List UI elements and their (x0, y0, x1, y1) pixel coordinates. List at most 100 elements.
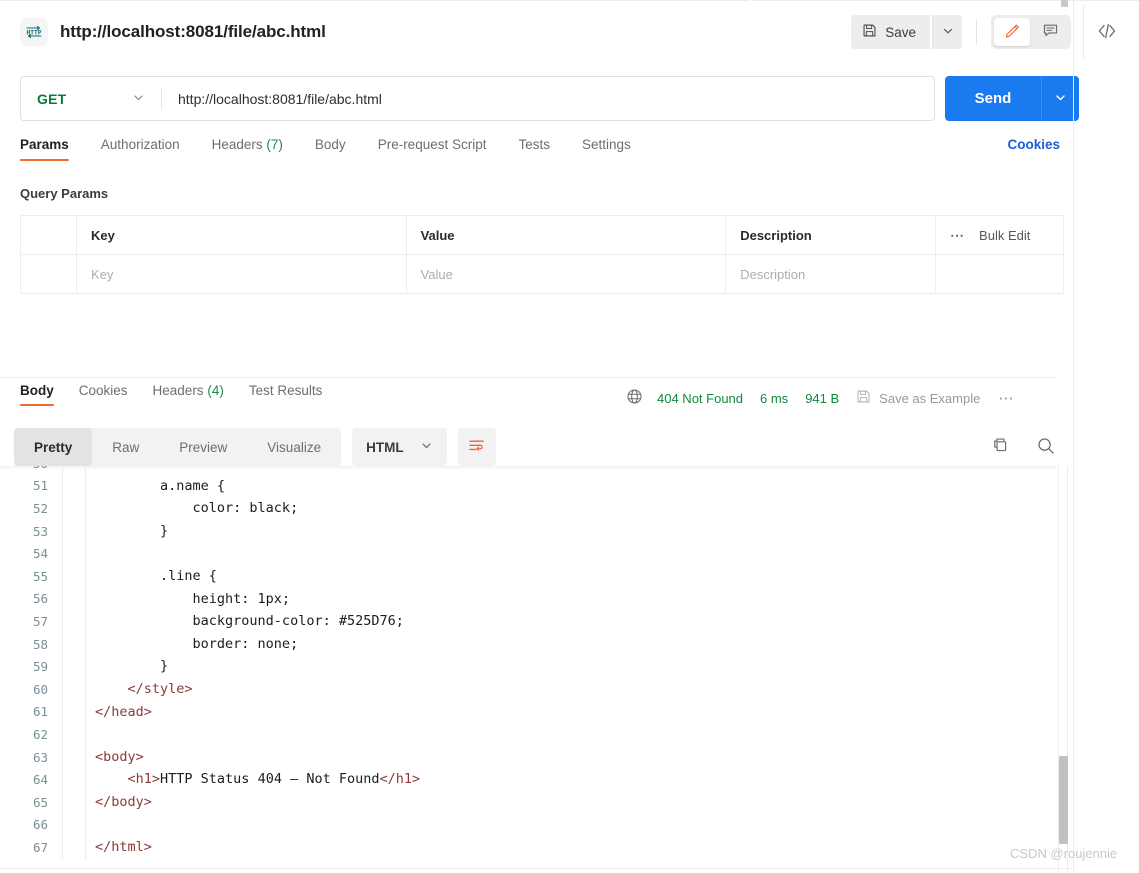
comment-button[interactable] (1032, 18, 1068, 46)
query-params-title: Query Params (20, 186, 108, 201)
copy-icon[interactable] (991, 436, 1010, 458)
save-options-caret[interactable] (932, 15, 962, 49)
word-wrap-toggle[interactable] (458, 428, 496, 466)
tab-authorization-label: Authorization (101, 137, 180, 152)
gutter-divider (62, 678, 63, 701)
chevron-down-icon (1054, 91, 1067, 107)
code-line: 62 (0, 723, 1056, 746)
response-tab-test-results[interactable]: Test Results (249, 383, 323, 406)
code-line: 53 } (0, 520, 1056, 543)
code-line: 57 background-color: #525D76; (0, 610, 1056, 633)
view-preview-button[interactable]: Preview (159, 428, 247, 466)
tab-params[interactable]: Params (20, 137, 69, 161)
response-tab-headers-count: (4) (207, 383, 224, 398)
line-number: 63 (0, 750, 62, 765)
code-line: 60 </style> (0, 678, 1056, 701)
tab-body-label: Body (315, 137, 346, 152)
code-text: height: 1px; (86, 588, 290, 611)
code-text: border: none; (86, 633, 298, 656)
gutter-divider (62, 768, 63, 791)
globe-icon[interactable] (626, 388, 643, 408)
header-actions: Save (851, 4, 1139, 60)
line-number: 67 (0, 840, 62, 855)
ellipsis-icon[interactable]: ⋯ (950, 231, 965, 239)
response-more-menu[interactable]: ⋯ (998, 389, 1015, 407)
http-method-label: GET (37, 91, 66, 107)
scrollbar-thumb[interactable] (1059, 756, 1068, 844)
panel-divider (0, 377, 1056, 378)
pencil-icon (1004, 22, 1021, 42)
param-key-placeholder: Key (91, 267, 113, 282)
http-method-select[interactable]: GET (21, 77, 161, 120)
code-vertical-scrollbar[interactable] (1058, 466, 1068, 873)
code-text: </html> (86, 836, 152, 859)
gutter-divider (62, 610, 63, 633)
fold-divider (85, 814, 86, 837)
save-button-group: Save (851, 15, 962, 49)
view-raw-button[interactable]: Raw (92, 428, 159, 466)
response-tab-headers[interactable]: Headers (4) (153, 383, 224, 406)
tab-tests[interactable]: Tests (518, 137, 550, 161)
tab-headers[interactable]: Headers (7) (212, 137, 283, 161)
body-format-select[interactable]: HTML (352, 428, 447, 466)
code-line: 56 height: 1px; (0, 588, 1056, 611)
search-icon[interactable] (1036, 436, 1056, 459)
line-number: 57 (0, 614, 62, 629)
param-description-input[interactable]: Description (726, 255, 936, 294)
code-line: 55 .line { (0, 565, 1056, 588)
response-body-toolbar: Pretty Raw Preview Visualize HTML (14, 428, 1064, 466)
gutter-divider (62, 836, 63, 859)
param-key-input[interactable]: Key (76, 255, 406, 294)
select-all-cell (21, 216, 77, 255)
bulk-edit-button[interactable]: Bulk Edit (979, 228, 1030, 243)
gutter-divider (62, 655, 63, 678)
send-button[interactable]: Send (945, 76, 1041, 121)
row-actions-cell (936, 255, 1064, 294)
url-input[interactable]: http://localhost:8081/file/abc.html (162, 91, 934, 107)
code-text: </body> (86, 791, 152, 814)
tab-body[interactable]: Body (315, 137, 346, 161)
code-snippet-button[interactable] (1083, 4, 1129, 60)
row-checkbox-cell[interactable] (21, 255, 77, 294)
save-button-label: Save (885, 25, 916, 40)
gutter-divider (62, 814, 63, 837)
response-meta: 404 Not Found 6 ms 941 B Save as Example… (626, 388, 1015, 408)
line-number: 60 (0, 682, 62, 697)
code-text: </style> (86, 678, 193, 701)
code-text: <body> (86, 746, 144, 769)
code-line: 64 <h1>HTTP Status 404 – Not Found</h1> (0, 768, 1056, 791)
line-number: 58 (0, 637, 62, 652)
response-time: 6 ms (760, 391, 788, 406)
view-visualize-button[interactable]: Visualize (247, 428, 341, 466)
tab-settings[interactable]: Settings (582, 137, 631, 161)
gutter-divider (62, 520, 63, 543)
gutter-divider (62, 791, 63, 814)
watermark: CSDN @roujennie (1010, 846, 1117, 861)
tab-pre-request-script[interactable]: Pre-request Script (378, 137, 487, 161)
code-text: .line { (86, 565, 217, 588)
tab-authorization[interactable]: Authorization (101, 137, 180, 161)
code-line: 58 border: none; (0, 633, 1056, 656)
gutter-divider (62, 475, 63, 498)
param-value-input[interactable]: Value (406, 255, 726, 294)
response-body-code-viewer[interactable]: 5051 a.name {52 color: black;53 }5455 .l… (0, 466, 1056, 873)
chevron-down-icon (942, 25, 954, 40)
tab-params-label: Params (20, 137, 69, 152)
save-as-example-button[interactable]: Save as Example (856, 389, 980, 407)
code-text: } (86, 655, 168, 678)
response-tab-body[interactable]: Body (20, 383, 54, 406)
response-tab-cookies[interactable]: Cookies (79, 383, 128, 406)
line-number: 56 (0, 591, 62, 606)
response-tab-body-label: Body (20, 383, 54, 398)
column-header-key: Key (76, 216, 406, 255)
chevron-down-icon (132, 91, 145, 107)
save-button[interactable]: Save (851, 15, 930, 49)
code-line: 61</head> (0, 701, 1056, 724)
cookies-link[interactable]: Cookies (1007, 137, 1060, 152)
chevron-down-icon (420, 439, 433, 455)
edit-mode-button[interactable] (994, 18, 1030, 46)
gutter-divider (62, 588, 63, 611)
response-size: 941 B (805, 391, 839, 406)
gutter-divider (62, 633, 63, 656)
view-pretty-button[interactable]: Pretty (14, 428, 92, 466)
